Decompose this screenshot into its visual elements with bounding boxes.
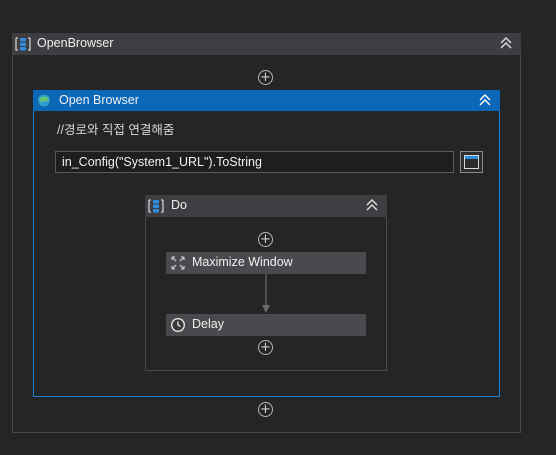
- collapse-icon[interactable]: [365, 197, 379, 213]
- outer-sequence-title: OpenBrowser: [37, 36, 114, 50]
- clock-icon: [171, 318, 185, 332]
- add-activity-button[interactable]: +: [258, 402, 273, 417]
- add-activity-button[interactable]: +: [258, 232, 273, 247]
- maximize-window-activity[interactable]: Maximize Window: [166, 252, 366, 274]
- do-sequence-header[interactable]: Do: [145, 195, 387, 217]
- window-icon: [464, 155, 479, 169]
- do-sequence-title: Do: [171, 198, 187, 212]
- outer-sequence-header[interactable]: OpenBrowser: [12, 33, 521, 55]
- activity-label: Delay: [192, 317, 224, 331]
- add-activity-button[interactable]: +: [258, 70, 273, 85]
- flow-connector-arrow: [262, 274, 270, 313]
- add-activity-button[interactable]: +: [258, 340, 273, 355]
- browser-select-button[interactable]: [460, 151, 483, 173]
- sequence-icon: [148, 199, 164, 213]
- open-browser-title: Open Browser: [59, 93, 139, 107]
- delay-activity[interactable]: Delay: [166, 314, 366, 336]
- activity-comment: //경로와 직접 연결해줌: [57, 123, 175, 137]
- sequence-icon: [15, 37, 31, 51]
- collapse-icon[interactable]: [499, 35, 513, 51]
- url-input[interactable]: in_Config("System1_URL").ToString: [55, 151, 454, 173]
- collapse-icon[interactable]: [478, 92, 492, 108]
- maximize-icon: [171, 256, 185, 270]
- browser-globe-icon: [37, 93, 51, 108]
- activity-label: Maximize Window: [192, 255, 293, 269]
- open-browser-header[interactable]: Open Browser: [33, 90, 500, 111]
